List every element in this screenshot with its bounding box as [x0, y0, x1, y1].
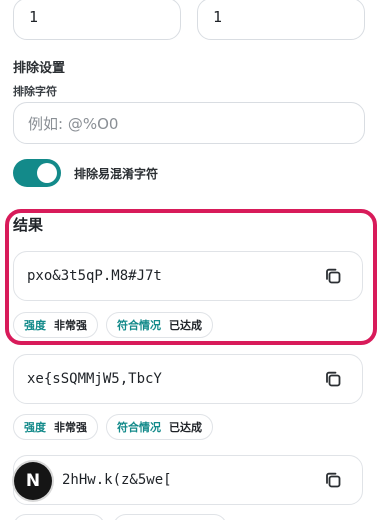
password-text: 2hHw.k(z&5we[: [62, 472, 172, 488]
match-key: 符合情况: [117, 421, 161, 434]
toggle-knob: [37, 163, 57, 183]
password-card: pxo&3t5qP.M8#J7t: [13, 251, 363, 301]
password-card: xe{sSQMMjW5,TbcY: [13, 354, 363, 404]
match-value: 已达成: [169, 421, 202, 434]
strength-badge: [13, 514, 105, 520]
count-input-left[interactable]: 1: [13, 0, 181, 40]
password-metrics: 强度 非常强 符合情况 已达成: [13, 312, 213, 338]
password-metrics: 强度 非常强 符合情况 已达成: [13, 414, 213, 440]
match-badge: 符合情况 已达成: [106, 312, 213, 338]
password-metrics: [13, 514, 227, 520]
strength-badge: 强度 非常强: [13, 312, 98, 338]
match-badge: [113, 514, 227, 520]
exclude-chars-input[interactable]: 例如: @%O0: [13, 102, 365, 144]
strength-value: 非常强: [54, 319, 87, 332]
strength-value: 非常强: [54, 421, 87, 434]
count-input-right[interactable]: 1: [197, 0, 365, 40]
copy-icon[interactable]: [321, 367, 345, 391]
exclude-ambiguous-label: 排除易混淆字符: [74, 166, 159, 181]
results-title: 结果: [13, 216, 44, 234]
password-text: pxo&3t5qP.M8#J7t: [27, 268, 162, 284]
match-key: 符合情况: [117, 319, 161, 332]
exclude-ambiguous-row: 排除易混淆字符: [13, 159, 158, 187]
strength-key: 强度: [24, 421, 46, 434]
copy-icon[interactable]: [321, 468, 345, 492]
character-count-row: 1 1: [13, 0, 365, 42]
strength-key: 强度: [24, 319, 46, 332]
match-value: 已达成: [169, 319, 202, 332]
exclude-settings-title: 排除设置: [13, 61, 66, 76]
exclude-chars-label: 排除字符: [13, 85, 57, 98]
password-card: 2hHw.k(z&5we[: [13, 455, 363, 505]
user-avatar[interactable]: N: [14, 462, 52, 500]
password-text: xe{sSQMMjW5,TbcY: [27, 371, 162, 387]
exclude-ambiguous-toggle[interactable]: [13, 159, 61, 187]
copy-icon[interactable]: [321, 264, 345, 288]
match-badge: 符合情况 已达成: [106, 414, 213, 440]
strength-badge: 强度 非常强: [13, 414, 98, 440]
